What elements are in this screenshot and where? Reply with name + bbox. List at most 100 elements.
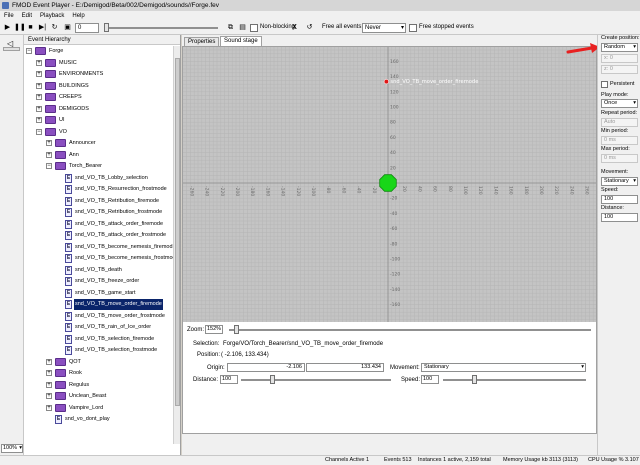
tree-folder-item[interactable]: − Torch_Bearer — [24, 161, 174, 172]
x-field[interactable]: x: 0 — [601, 54, 638, 63]
save-icon[interactable]: ▤ — [238, 23, 247, 32]
tree-event-item[interactable]: Esnd_VO_TB_move_order_firemode — [24, 299, 174, 310]
tree-event-item[interactable]: Esnd_VO_TB_rain_of_Ice_order — [24, 322, 174, 333]
menu-file[interactable]: File — [0, 11, 18, 21]
create-position-select[interactable]: Random ▾ — [601, 43, 638, 52]
distance-field[interactable]: 100 — [220, 375, 238, 384]
tree-folder-item[interactable]: − VO — [24, 127, 174, 138]
refresh-icon[interactable]: ↺ — [305, 23, 314, 32]
tree-event-item[interactable]: Esnd_VO_TB_freeze_order — [24, 276, 174, 287]
tree-event-item[interactable]: Esnd_VO_TB_become_nemesis_frostmode — [24, 253, 174, 264]
play-mode-select[interactable]: Once ▾ — [601, 99, 638, 108]
distance-right-field[interactable]: 100 — [601, 213, 638, 222]
non-blocking-checkbox[interactable] — [250, 24, 258, 32]
tab-sound-stage[interactable]: Sound stage — [220, 36, 262, 46]
left-zoom-select[interactable]: 100% ▾ — [1, 444, 23, 453]
movement-right-select[interactable]: Stationary ▾ — [601, 177, 638, 186]
z-field[interactable]: z: 0 — [601, 65, 638, 74]
tab-properties[interactable]: Properties — [184, 37, 220, 46]
collapse-toggle-icon[interactable]: − — [46, 163, 52, 169]
speed-right-field[interactable]: 100 — [601, 195, 638, 204]
pause-icon[interactable]: ❚❚ — [14, 23, 26, 32]
tree-event-item[interactable]: Esnd_VO_TB_selection_firemode — [24, 334, 174, 345]
tree-event-item[interactable]: Esnd_VO_TB_death — [24, 265, 174, 276]
expand-toggle-icon[interactable]: + — [36, 94, 42, 100]
expand-toggle-icon[interactable]: + — [36, 105, 42, 112]
tree-folder-item[interactable]: + Rook — [24, 368, 174, 379]
expand-toggle-icon[interactable]: + — [46, 404, 52, 411]
expand-toggle-icon[interactable]: + — [36, 117, 42, 123]
x-button[interactable]: X — [290, 23, 299, 32]
tree-folder-item[interactable]: + BUILDINGS — [24, 81, 174, 92]
zoom-slider-thumb[interactable] — [234, 325, 239, 334]
expand-toggle-icon[interactable]: + — [36, 71, 42, 77]
tree-event-item[interactable]: Esnd_VO_TB_move_order_frostmode — [24, 311, 174, 322]
distance-slider-thumb[interactable] — [270, 375, 275, 384]
tree-folder-item[interactable]: + Unclean_Beast — [24, 391, 174, 402]
param-icon[interactable]: ▣ — [63, 23, 72, 32]
zoom-spin[interactable]: 152% — [205, 325, 223, 334]
zoom-slider[interactable] — [229, 329, 591, 331]
collapse-toggle-icon[interactable]: − — [26, 48, 32, 54]
expand-toggle-icon[interactable]: + — [46, 358, 52, 365]
tree-event-item[interactable]: Esnd_VO_TB_Retribution_frostmode — [24, 207, 174, 218]
tree-folder-item[interactable]: + MUSIC — [24, 58, 174, 69]
speed-slider-thumb[interactable] — [472, 375, 477, 384]
free-all-events-select[interactable]: Never ▾ — [362, 23, 406, 33]
tree-folder-item[interactable]: + QOT — [24, 357, 174, 368]
tree-folder-item[interactable]: + Vampire_Lord — [24, 403, 174, 414]
tree-event-item[interactable]: Esnd_VO_TB_game_start — [24, 288, 174, 299]
tree-event-item[interactable]: Esnd_VO_TB_selection_frostmode — [24, 345, 174, 356]
menu-playback[interactable]: Playback — [36, 11, 68, 21]
distance-slider[interactable] — [241, 379, 391, 381]
play-icon[interactable]: ▶ — [3, 23, 12, 32]
expand-toggle-icon[interactable]: + — [46, 370, 52, 376]
expand-toggle-icon[interactable]: + — [46, 140, 52, 146]
toolbar-slider[interactable] — [104, 27, 218, 29]
expand-toggle-icon[interactable]: + — [36, 82, 42, 89]
movement-select[interactable]: Stationary ▾ — [421, 363, 586, 372]
tree-item-label: CREEPS — [59, 94, 82, 100]
expand-toggle-icon[interactable]: + — [36, 59, 42, 66]
tree-folder-item[interactable]: + CREEPS — [24, 92, 174, 103]
tree-folder-item[interactable]: + Announcer — [24, 138, 174, 149]
expand-toggle-icon[interactable]: + — [46, 151, 52, 158]
toolbar-slider-thumb[interactable] — [104, 23, 109, 32]
tree-folder-item[interactable]: + Regulus — [24, 380, 174, 391]
tree-event-item[interactable]: Esnd_VO_TB_Retribution_firemode — [24, 196, 174, 207]
copy-icon[interactable]: ⧉ — [226, 23, 235, 32]
play-next-icon[interactable]: ▶| — [38, 23, 47, 32]
origin-x-field[interactable]: -2.106 — [227, 363, 305, 372]
tree-folder-item[interactable]: + DEMIGODS — [24, 104, 174, 115]
tree-scrollbar-thumb[interactable] — [175, 58, 180, 406]
left-strip-slider[interactable] — [3, 47, 20, 51]
free-stopped-events-checkbox[interactable] — [409, 24, 417, 32]
tree-scrollbar[interactable] — [173, 46, 180, 444]
tree-event-item[interactable]: Esnd_VO_TB_become_nemesis_firemod — [24, 242, 174, 253]
expand-toggle-icon[interactable]: + — [46, 381, 52, 388]
max-period-field[interactable]: 0 ms — [601, 154, 638, 163]
min-period-field[interactable]: 0 ms — [601, 136, 638, 145]
tree-event-item[interactable]: Esnd_VO_TB_Resurrection_frostmode — [24, 184, 174, 195]
tree-event-item[interactable]: Esnd_VO_TB_attack_order_frostmode — [24, 230, 174, 241]
counter-field[interactable]: 0 — [75, 23, 99, 33]
origin-y-field[interactable]: 133.434 — [306, 363, 384, 372]
tree-event-item[interactable]: Esnd_VO_TB_Lobby_selection — [24, 173, 174, 184]
tree-event-item[interactable]: Esnd_vo_dont_play — [24, 414, 174, 425]
loop-icon[interactable]: ↻ — [50, 23, 59, 32]
persistent-checkbox[interactable] — [601, 81, 608, 88]
collapse-toggle-icon[interactable]: − — [36, 128, 42, 135]
speed-slider[interactable] — [443, 379, 586, 381]
tree-folder-item[interactable]: + UI — [24, 115, 174, 126]
expand-toggle-icon[interactable]: + — [46, 393, 52, 399]
speed-field[interactable]: 100 — [421, 375, 439, 384]
tree-folder-item[interactable]: − Forge — [24, 46, 174, 57]
tree-folder-item[interactable]: + Ann — [24, 150, 174, 161]
menu-edit[interactable]: Edit — [18, 11, 36, 21]
menu-help[interactable]: Help — [68, 11, 88, 21]
sound-stage-grid[interactable]: -260 -240 -220 -200 -180 -160 -140 -120 -100 -80-… — [183, 47, 596, 322]
tree-event-item[interactable]: Esnd_VO_TB_attack_order_firemode — [24, 219, 174, 230]
tree-folder-item[interactable]: + ENVIRONMENTS — [24, 69, 174, 80]
repeat-period-select[interactable]: Auto — [601, 118, 638, 127]
stop-icon[interactable]: ■ — [26, 23, 35, 32]
